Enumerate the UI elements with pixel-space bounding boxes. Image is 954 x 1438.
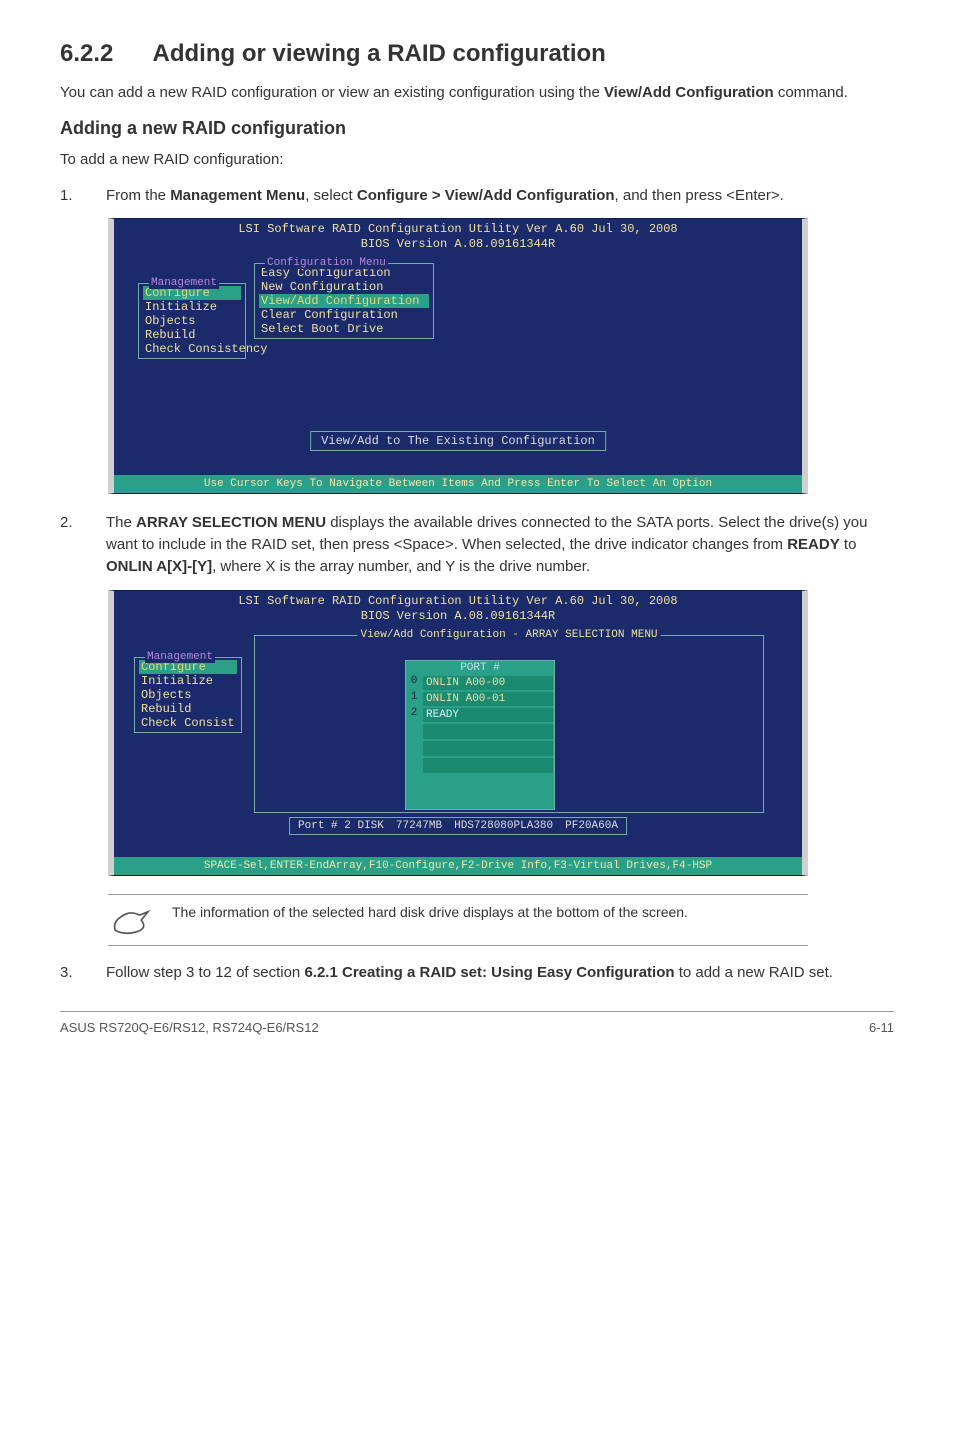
bios1-mgmt-legend: Management	[149, 277, 219, 289]
bios2-mgmt-initialize: Initialize	[139, 674, 237, 688]
bios2-disk-size: 77247MB	[396, 820, 442, 832]
bios1-cfg-boot: Select Boot Drive	[259, 322, 429, 336]
bios2-mgmt-legend: Management	[145, 651, 215, 663]
bios2-title: LSI Software RAID Configuration Utility …	[114, 591, 802, 609]
bios2-ports-box: PORT # 0 ONLIN A00-00 1 ONLIN A00-01 2 R…	[405, 660, 555, 810]
bios2-disk-fw: PF20A60A	[565, 820, 618, 832]
step-2: 2. The ARRAY SELECTION MENU displays the…	[60, 512, 894, 577]
step-2-body: The ARRAY SELECTION MENU displays the av…	[106, 512, 894, 577]
bios1-cfg-clear: Clear Configuration	[259, 308, 429, 322]
bios1-mgmt-check: Check Consistency	[143, 342, 241, 356]
bios2-disk-info: Port # 2 DISK 77247MB HDS728080PLA380 PF…	[289, 817, 627, 835]
step2-b1: ARRAY SELECTION MENU	[136, 514, 326, 531]
bios2-mgmt-objects: Objects	[139, 688, 237, 702]
step1-b2: Configure > View/Add Configuration	[357, 187, 615, 204]
bios1-cfg-legend: Configuration Menu	[265, 257, 388, 269]
note-bar: The information of the selected hard dis…	[108, 894, 808, 946]
note-icon	[108, 903, 156, 937]
intro-paragraph: You can add a new RAID configuration or …	[60, 82, 894, 104]
intro-text-a: You can add a new RAID configuration or …	[60, 84, 604, 101]
step2-d: , where X is the array number, and Y is …	[212, 558, 590, 575]
bios2-port2-idx: 2	[406, 707, 422, 723]
step2-b3: ONLIN A[X]-[Y]	[106, 558, 212, 575]
section-heading: 6.2.2 Adding or viewing a RAID configura…	[60, 40, 894, 68]
bios1-mgmt-initialize: Initialize	[143, 300, 241, 314]
bios1-title: LSI Software RAID Configuration Utility …	[114, 219, 802, 237]
bios1-subtitle: BIOS Version A.08.09161344R	[114, 237, 802, 255]
step2-c: to	[840, 536, 857, 553]
bios1-status: View/Add to The Existing Configuration	[310, 431, 606, 451]
bios2-port-row-1: 1 ONLIN A00-01	[406, 691, 554, 707]
bios-screenshot-2: LSI Software RAID Configuration Utility …	[108, 590, 808, 876]
subsection-lead: To add a new RAID configuration:	[60, 149, 894, 171]
bios2-mgmt-panel: Management Configure Initialize Objects …	[134, 657, 242, 733]
bios2-port0-idx: 0	[406, 675, 422, 691]
intro-bold: View/Add Configuration	[604, 84, 774, 101]
bios2-port-empty3	[406, 757, 554, 774]
footer-right: 6-11	[869, 1020, 894, 1035]
bios1-footer: Use Cursor Keys To Navigate Between Item…	[114, 475, 802, 493]
footer-left: ASUS RS720Q-E6/RS12, RS724Q-E6/RS12	[60, 1020, 319, 1035]
bios1-cfg-new: New Configuration	[259, 280, 429, 294]
step-3-number: 3.	[60, 962, 78, 984]
bios2-subtitle: BIOS Version A.08.09161344R	[114, 609, 802, 627]
bios2-disk-port: Port # 2 DISK	[298, 820, 384, 832]
step1-a: From the	[106, 187, 170, 204]
bios1-mgmt-rebuild: Rebuild	[143, 328, 241, 342]
bios2-sel-legend: View/Add Configuration - ARRAY SELECTION…	[357, 629, 660, 641]
bios2-port-row-0: 0 ONLIN A00-00	[406, 675, 554, 691]
step-1-number: 1.	[60, 185, 78, 207]
section-number: 6.2.2	[60, 40, 113, 67]
step1-c: , and then press <Enter>.	[615, 187, 784, 204]
bios1-mgmt-objects: Objects	[143, 314, 241, 328]
page-footer: ASUS RS720Q-E6/RS12, RS724Q-E6/RS12 6-11	[60, 1011, 894, 1035]
bios2-port-row-2: 2 READY	[406, 707, 554, 723]
step2-b2: READY	[787, 536, 840, 553]
bios1-cfg-viewadd: View/Add Configuration	[259, 294, 429, 308]
step1-b1: Management Menu	[170, 187, 305, 204]
subsection-heading: Adding a new RAID configuration	[60, 118, 894, 139]
note-text: The information of the selected hard dis…	[172, 903, 688, 937]
step-1: 1. From the Management Menu, select Conf…	[60, 185, 894, 207]
step1-b: , select	[305, 187, 357, 204]
bios2-port0-label: ONLIN A00-00	[423, 676, 553, 690]
step-3-body: Follow step 3 to 12 of section 6.2.1 Cre…	[106, 962, 894, 984]
bios2-port-empty2	[406, 740, 554, 757]
step3-a: Follow step 3 to 12 of section	[106, 964, 304, 981]
bios1-mgmt-panel: Management Configure Initialize Objects …	[138, 283, 246, 359]
bios2-port1-label: ONLIN A00-01	[423, 692, 553, 706]
step3-b1: 6.2.1 Creating a RAID set: Using Easy Co…	[304, 964, 674, 981]
bios-screenshot-1: LSI Software RAID Configuration Utility …	[108, 218, 808, 494]
step-1-body: From the Management Menu, select Configu…	[106, 185, 894, 207]
intro-text-b: command.	[774, 84, 848, 101]
section-title: Adding or viewing a RAID configuration	[153, 40, 606, 67]
bios2-ports-head: PORT #	[406, 661, 554, 675]
bios2-sel-border: View/Add Configuration - ARRAY SELECTION…	[254, 635, 764, 813]
bios2-mgmt-rebuild: Rebuild	[139, 702, 237, 716]
bios2-port2-label: READY	[423, 708, 553, 722]
bios2-port1-idx: 1	[406, 691, 422, 707]
bios2-footer: SPACE-Sel,ENTER-EndArray,F10-Configure,F…	[114, 857, 802, 875]
step3-b: to add a new RAID set.	[675, 964, 833, 981]
bios2-mgmt-check: Check Consist	[139, 716, 237, 730]
step-2-number: 2.	[60, 512, 78, 577]
bios1-cfg-panel: Configuration Menu Easy Configuration Ne…	[254, 263, 434, 339]
step-3: 3. Follow step 3 to 12 of section 6.2.1 …	[60, 962, 894, 984]
step2-a: The	[106, 514, 136, 531]
bios2-disk-model: HDS728080PLA380	[454, 820, 553, 832]
bios2-port-empty1	[406, 723, 554, 740]
